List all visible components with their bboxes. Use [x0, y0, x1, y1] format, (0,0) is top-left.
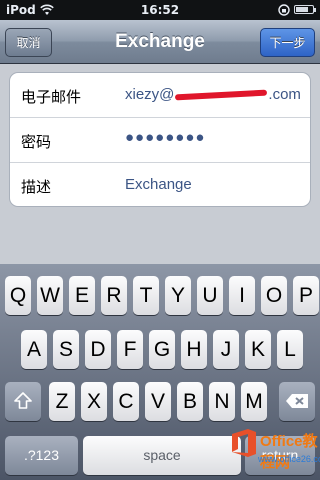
- backspace-icon: [286, 394, 308, 408]
- password-row[interactable]: 密码 ●●●●●●●●: [10, 117, 310, 162]
- password-label: 密码: [21, 133, 52, 151]
- redaction-mark: [175, 89, 268, 101]
- next-button[interactable]: 下一步: [260, 28, 315, 57]
- status-bar: iPod 16:52: [0, 0, 320, 20]
- key-h[interactable]: H: [181, 330, 207, 369]
- key-n[interactable]: N: [209, 382, 235, 421]
- key-o[interactable]: O: [261, 276, 287, 315]
- watermark: Office教程网 www.office26.com: [228, 424, 320, 480]
- navigation-bar: 取消 Exchange 下一步: [0, 20, 320, 64]
- key-a[interactable]: A: [21, 330, 47, 369]
- key-y[interactable]: Y: [165, 276, 191, 315]
- email-row[interactable]: 电子邮件 xiezy@ .com: [10, 73, 310, 117]
- email-prefix: xiezy@: [125, 86, 175, 103]
- key-g[interactable]: G: [149, 330, 175, 369]
- watermark-brand: Office教程网: [260, 433, 318, 471]
- clock: 16:52: [140, 3, 180, 17]
- email-field[interactable]: xiezy@ .com: [125, 86, 301, 103]
- key-u[interactable]: U: [197, 276, 223, 315]
- key-k[interactable]: K: [245, 330, 271, 369]
- key-c[interactable]: C: [113, 382, 139, 421]
- key-m[interactable]: M: [241, 382, 267, 421]
- numbers-key[interactable]: .?123: [5, 436, 78, 475]
- key-q[interactable]: Q: [5, 276, 31, 315]
- key-e[interactable]: E: [69, 276, 95, 315]
- key-d[interactable]: D: [85, 330, 111, 369]
- key-t[interactable]: T: [133, 276, 159, 315]
- office-logo-icon: [232, 429, 256, 457]
- watermark-url: www.office26.com: [258, 454, 320, 464]
- description-row[interactable]: 描述 Exchange: [10, 162, 310, 206]
- key-x[interactable]: X: [81, 382, 107, 421]
- key-p[interactable]: P: [293, 276, 319, 315]
- delete-key[interactable]: [279, 382, 315, 421]
- key-b[interactable]: B: [177, 382, 203, 421]
- key-w[interactable]: W: [37, 276, 63, 315]
- key-i[interactable]: I: [229, 276, 255, 315]
- email-suffix: .com: [268, 86, 301, 103]
- account-form: 电子邮件 xiezy@ .com 密码 ●●●●●●●● 描述 Exchange: [9, 72, 311, 207]
- email-label: 电子邮件: [21, 88, 82, 106]
- key-l[interactable]: L: [277, 330, 303, 369]
- battery-icon: [294, 5, 316, 14]
- key-v[interactable]: V: [145, 382, 171, 421]
- rotation-lock-icon: [278, 4, 290, 16]
- shift-key[interactable]: [5, 382, 41, 421]
- shift-icon: [14, 392, 32, 409]
- key-s[interactable]: S: [53, 330, 79, 369]
- key-z[interactable]: Z: [49, 382, 75, 421]
- key-r[interactable]: R: [101, 276, 127, 315]
- space-key[interactable]: space: [83, 436, 241, 475]
- description-field[interactable]: Exchange: [125, 176, 192, 193]
- key-f[interactable]: F: [117, 330, 143, 369]
- key-j[interactable]: J: [213, 330, 239, 369]
- description-label: 描述: [21, 178, 52, 196]
- password-field[interactable]: ●●●●●●●●: [125, 129, 205, 146]
